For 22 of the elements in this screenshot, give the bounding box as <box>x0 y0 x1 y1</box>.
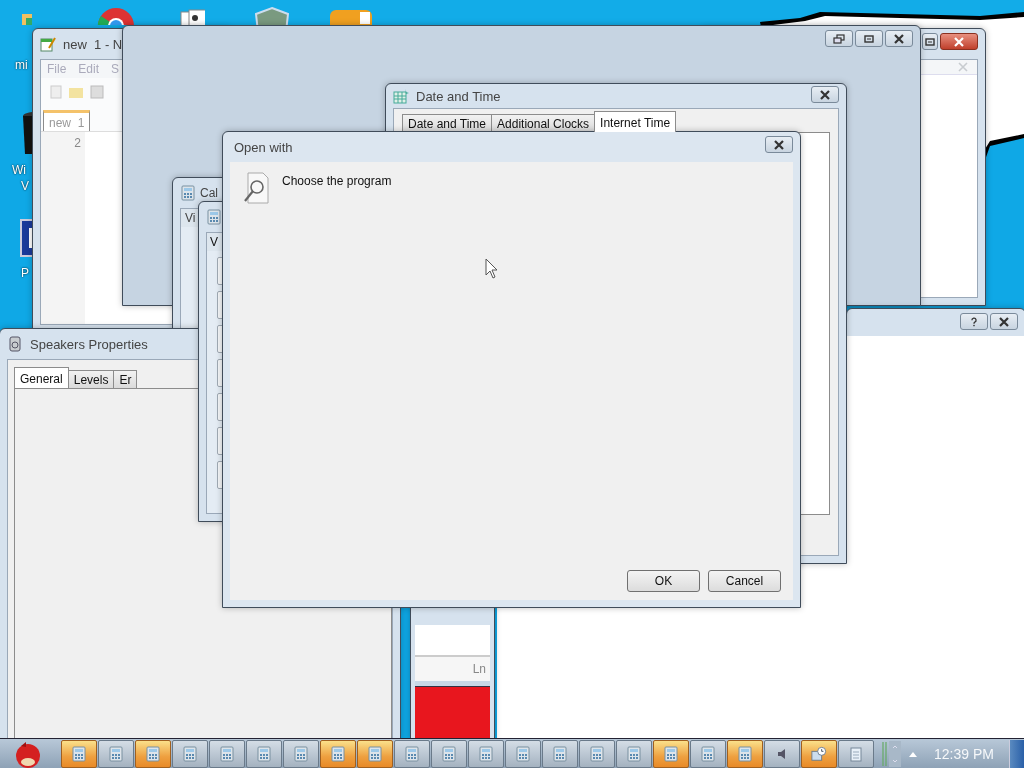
desktop-icon-label: Wi <box>12 163 26 177</box>
status-text: Ln <box>472 662 486 676</box>
menu-item[interactable]: Vi <box>185 211 196 225</box>
window-title: Date and Time <box>416 88 501 104</box>
tab[interactable]: General <box>14 367 69 388</box>
tab[interactable]: Date and Time <box>402 114 493 132</box>
window-title: Cal <box>200 186 218 200</box>
tab[interactable]: Levels <box>67 370 115 388</box>
heading-text: Choose the program <box>282 174 392 188</box>
desktop-icon-label: mi <box>15 58 28 72</box>
tab[interactable]: Internet Time <box>594 111 677 132</box>
line-number: 2 <box>74 136 81 150</box>
dialog-button[interactable]: OK <box>627 570 700 592</box>
tab[interactable]: Additional Clocks <box>491 114 596 132</box>
desktop-icon-label: P <box>21 266 29 280</box>
window-title: Open with <box>233 139 293 155</box>
menu-item[interactable]: V <box>210 235 218 249</box>
tab[interactable]: Er <box>113 370 138 388</box>
dialog-button[interactable]: Cancel <box>708 570 781 592</box>
desktop-icon-label: V <box>21 179 29 193</box>
window-title: Speakers Properties <box>30 336 148 352</box>
window-title: new 1 - N <box>63 36 123 52</box>
